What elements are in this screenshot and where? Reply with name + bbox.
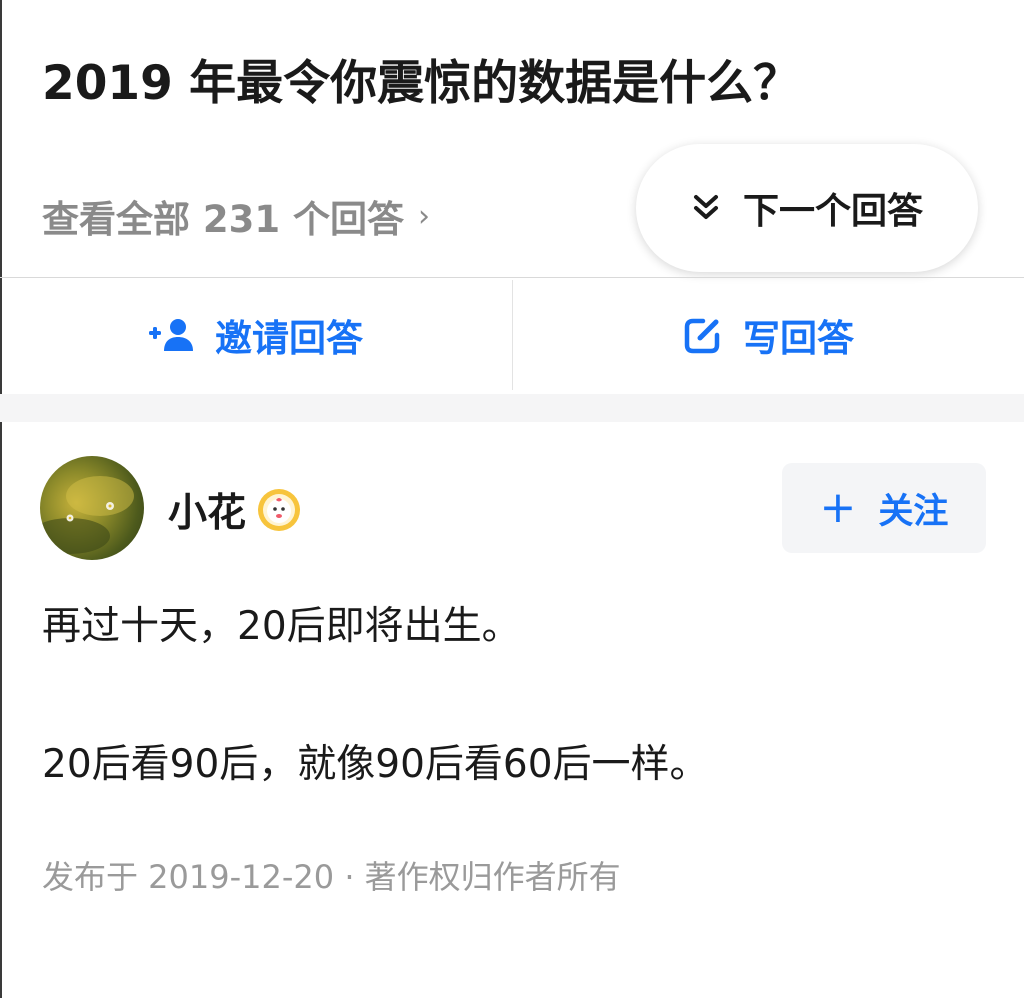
avatar-badge-icon [258,489,301,531]
double-chevron-down-icon [693,195,718,219]
window-left-edge [0,0,2,998]
follow-label: 关注 [878,491,949,532]
view-all-answers-link[interactable]: 查看全部 231 个回答 › [42,190,430,242]
edit-icon [684,318,720,354]
next-answer-label: 下一个回答 [742,191,923,232]
plus-icon: + [819,482,857,533]
write-answer-label: 写回答 [743,317,854,360]
answer-meta: 发布于 2019-12-20 · 著作权归作者所有 [42,858,621,896]
avatar-image [40,476,134,554]
avatar[interactable] [40,456,144,560]
invite-answer-button[interactable]: 邀请回答 [0,278,512,392]
answer-paragraph: 20后看90后，就像90后看60后一样。 [42,742,709,787]
section-separator [0,394,1024,422]
view-all-answers-label: 查看全部 231 个回答 [42,198,404,241]
chevron-right-icon: › [418,198,430,234]
next-answer-button[interactable]: 下一个回答 [636,144,978,272]
author-name-row[interactable]: 小花 [168,482,302,538]
answer-paragraph: 再过十天，20后即将出生。 [42,604,521,649]
write-answer-button[interactable]: 写回答 [513,278,1024,392]
add-user-icon [149,319,193,351]
question-title[interactable]: 2019 年最令你震惊的数据是什么？ [42,52,982,116]
invite-answer-label: 邀请回答 [215,317,363,360]
author-name: 小花 [168,491,247,536]
follow-button[interactable]: + 关注 [782,463,986,553]
